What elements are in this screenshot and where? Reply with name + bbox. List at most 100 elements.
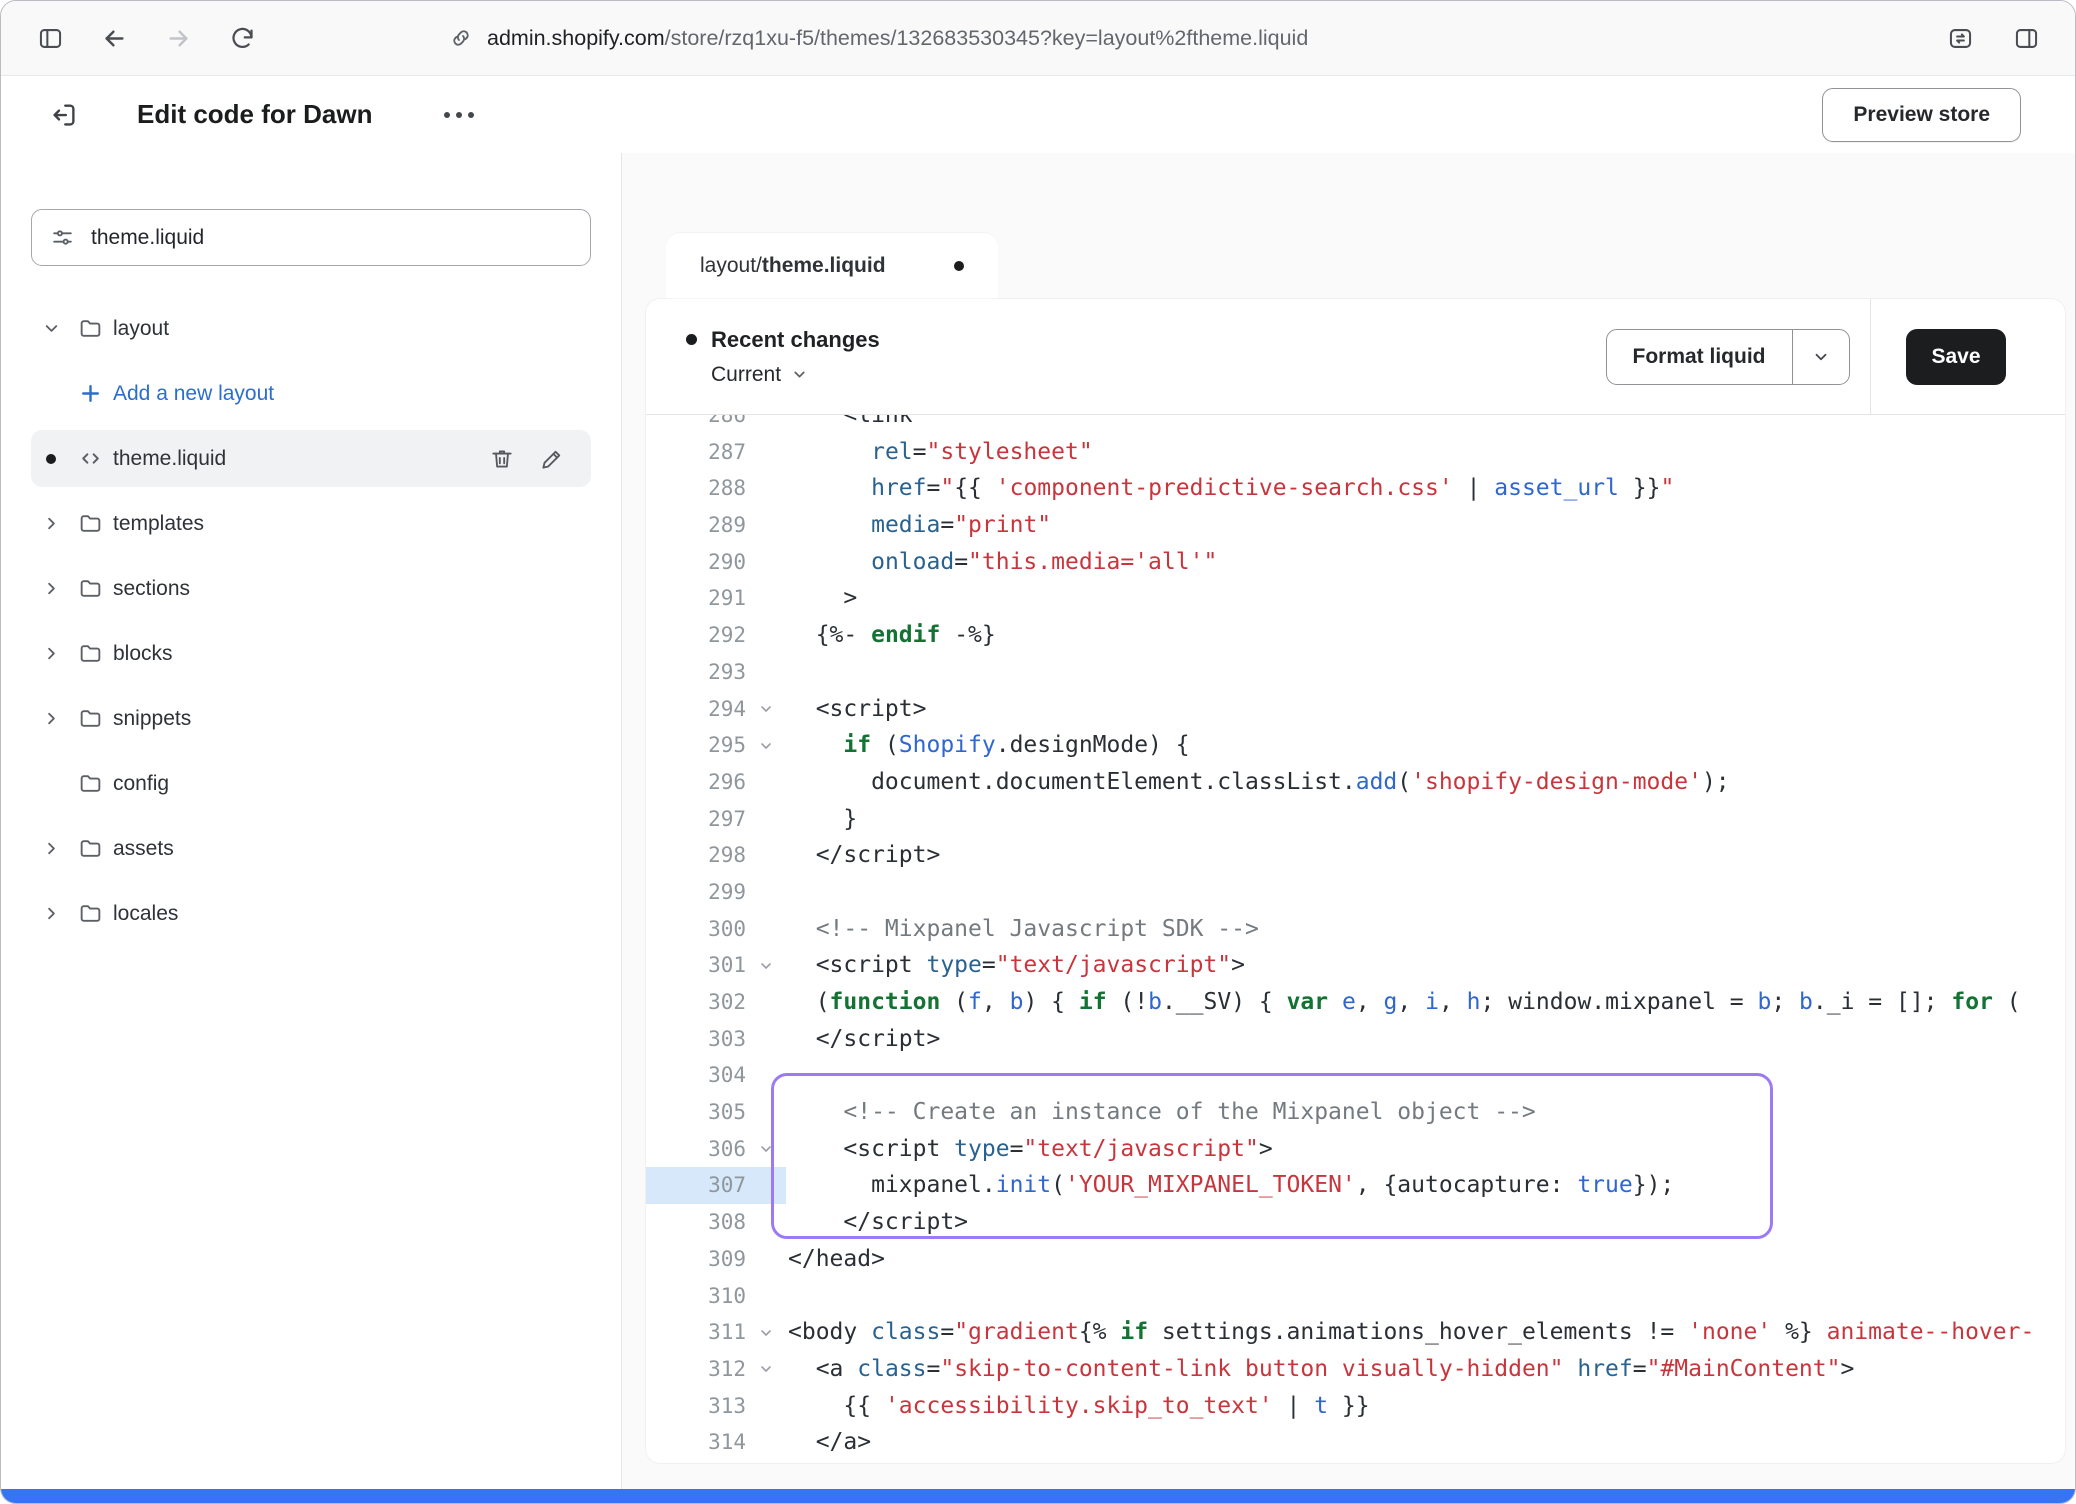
sidebar-item-snippets[interactable]: snippets [31, 690, 591, 747]
chevron-right-icon[interactable] [31, 709, 71, 728]
code-line-292[interactable]: 292 {%- endif -%} [646, 617, 2065, 654]
code-line-286[interactable]: 286 <link [646, 415, 2065, 434]
code-line-296[interactable]: 296 document.documentElement.classList.a… [646, 764, 2065, 801]
code-editor[interactable]: 286 <link287 rel="stylesheet"288 href="{… [646, 415, 2065, 1463]
code-text[interactable]: <!-- Mixpanel Javascript SDK --> [786, 911, 2065, 948]
fold-chevron-icon[interactable] [746, 1131, 786, 1168]
sidebar-toggle-icon[interactable] [27, 15, 73, 61]
code-text[interactable]: > [786, 580, 2065, 617]
code-text[interactable]: </head> [786, 1241, 2065, 1278]
tab-theme-liquid[interactable]: layout/theme.liquid [666, 233, 998, 299]
code-text[interactable]: <link [786, 415, 2065, 434]
add-layout-action[interactable]: Add a new layout [31, 365, 591, 422]
chevron-right-icon[interactable] [31, 904, 71, 923]
code-line-300[interactable]: 300 <!-- Mixpanel Javascript SDK --> [646, 911, 2065, 948]
chevron-down-icon[interactable] [31, 319, 71, 338]
file-search[interactable] [31, 209, 591, 266]
code-line-294[interactable]: 294 <script> [646, 691, 2065, 728]
code-line-297[interactable]: 297 } [646, 801, 2065, 838]
code-text[interactable]: document.documentElement.classList.add('… [786, 764, 2065, 801]
code-line-290[interactable]: 290 onload="this.media='all'" [646, 544, 2065, 581]
code-line-293[interactable]: 293 [646, 654, 2065, 691]
fold-chevron-icon[interactable] [746, 1314, 786, 1351]
code-line-291[interactable]: 291 > [646, 580, 2065, 617]
sidebar-item-locales[interactable]: locales [31, 885, 591, 942]
code-text[interactable]: rel="stylesheet" [786, 434, 2065, 471]
code-line-305[interactable]: 305 <!-- Create an instance of the Mixpa… [646, 1094, 2065, 1131]
fold-chevron-icon[interactable] [746, 727, 786, 764]
code-line-311[interactable]: 311<body class="gradient{% if settings.a… [646, 1314, 2065, 1351]
code-text[interactable]: href="{{ 'component-predictive-search.cs… [786, 470, 2065, 507]
chevron-right-icon[interactable] [31, 514, 71, 533]
sidebar-item-templates[interactable]: templates [31, 495, 591, 552]
sidebar-item-layout[interactable]: layout [31, 300, 591, 357]
code-text[interactable]: <!-- Create an instance of the Mixpanel … [786, 1094, 2065, 1131]
chevron-right-icon[interactable] [31, 579, 71, 598]
sidebar-item-theme-liquid[interactable]: theme.liquid [31, 430, 591, 487]
code-line-307[interactable]: 307 mixpanel.init('YOUR_MIXPANEL_TOKEN',… [646, 1167, 2065, 1204]
sidebar-item-sections[interactable]: sections [31, 560, 591, 617]
code-text[interactable]: <script type="text/javascript"> [786, 1131, 2065, 1168]
code-line-314[interactable]: 314 </a> [646, 1424, 2065, 1461]
fold-chevron-icon[interactable] [746, 691, 786, 728]
chevron-right-icon[interactable] [31, 644, 71, 663]
chevron-down-icon[interactable] [1793, 330, 1849, 384]
search-input[interactable] [91, 226, 572, 250]
code-text[interactable] [786, 874, 2065, 911]
code-text[interactable]: (function (f, b) { if (!b.__SV) { var e,… [786, 984, 2065, 1021]
fold-chevron-icon[interactable] [746, 947, 786, 984]
code-line-304[interactable]: 304 [646, 1057, 2065, 1094]
code-text[interactable]: <script> [786, 691, 2065, 728]
trash-icon[interactable] [489, 446, 515, 472]
code-line-313[interactable]: 313 {{ 'accessibility.skip_to_text' | t … [646, 1388, 2065, 1425]
code-text[interactable]: </script> [786, 837, 2065, 874]
code-text[interactable]: </script> [786, 1021, 2065, 1058]
code-text[interactable]: <a class="skip-to-content-link button vi… [786, 1351, 2065, 1388]
save-button[interactable]: Save [1906, 329, 2006, 385]
fold-chevron-icon[interactable] [746, 1351, 786, 1388]
code-text[interactable] [786, 1278, 2065, 1315]
format-liquid-button[interactable]: Format liquid [1606, 329, 1851, 385]
chevron-right-icon[interactable] [31, 839, 71, 858]
exit-icon[interactable] [41, 92, 87, 138]
code-line-288[interactable]: 288 href="{{ 'component-predictive-searc… [646, 470, 2065, 507]
code-line-301[interactable]: 301 <script type="text/javascript"> [646, 947, 2065, 984]
sidebar-item-config[interactable]: config [31, 755, 591, 812]
code-text[interactable]: {{ 'accessibility.skip_to_text' | t }} [786, 1388, 2065, 1425]
code-line-298[interactable]: 298 </script> [646, 837, 2065, 874]
code-text[interactable]: if (Shopify.designMode) { [786, 727, 2065, 764]
code-line-287[interactable]: 287 rel="stylesheet" [646, 434, 2065, 471]
code-line-309[interactable]: 309</head> [646, 1241, 2065, 1278]
split-view-icon[interactable] [2003, 15, 2049, 61]
back-icon[interactable] [91, 15, 137, 61]
code-text[interactable]: </a> [786, 1424, 2065, 1461]
code-line-302[interactable]: 302 (function (f, b) { if (!b.__SV) { va… [646, 984, 2065, 1021]
switcher-icon[interactable] [1937, 15, 1983, 61]
reload-icon[interactable] [219, 15, 265, 61]
code-line-310[interactable]: 310 [646, 1278, 2065, 1315]
code-text[interactable]: </script> [786, 1204, 2065, 1241]
preview-store-button[interactable]: Preview store [1822, 88, 2021, 142]
sidebar-item-blocks[interactable]: blocks [31, 625, 591, 682]
code-line-295[interactable]: 295 if (Shopify.designMode) { [646, 727, 2065, 764]
code-text[interactable]: <script type="text/javascript"> [786, 947, 2065, 984]
url-bar[interactable]: admin.shopify.com/store/rzq1xu-f5/themes… [449, 26, 1308, 51]
code-line-308[interactable]: 308 </script> [646, 1204, 2065, 1241]
code-line-306[interactable]: 306 <script type="text/javascript"> [646, 1131, 2065, 1168]
code-line-303[interactable]: 303 </script> [646, 1021, 2065, 1058]
code-text[interactable] [786, 654, 2065, 691]
forward-icon[interactable] [155, 15, 201, 61]
code-text[interactable]: <body class="gradient{% if settings.anim… [786, 1314, 2065, 1351]
code-text[interactable]: mixpanel.init('YOUR_MIXPANEL_TOKEN', {au… [786, 1167, 2065, 1204]
version-dropdown[interactable]: Current [711, 363, 880, 387]
code-line-289[interactable]: 289 media="print" [646, 507, 2065, 544]
code-text[interactable]: onload="this.media='all'" [786, 544, 2065, 581]
code-text[interactable]: } [786, 801, 2065, 838]
sidebar-item-assets[interactable]: assets [31, 820, 591, 877]
code-text[interactable]: {%- endif -%} [786, 617, 2065, 654]
code-line-299[interactable]: 299 [646, 874, 2065, 911]
code-line-312[interactable]: 312 <a class="skip-to-content-link butto… [646, 1351, 2065, 1388]
pencil-icon[interactable] [539, 446, 565, 472]
code-text[interactable]: media="print" [786, 507, 2065, 544]
more-options-icon[interactable] [434, 102, 484, 128]
